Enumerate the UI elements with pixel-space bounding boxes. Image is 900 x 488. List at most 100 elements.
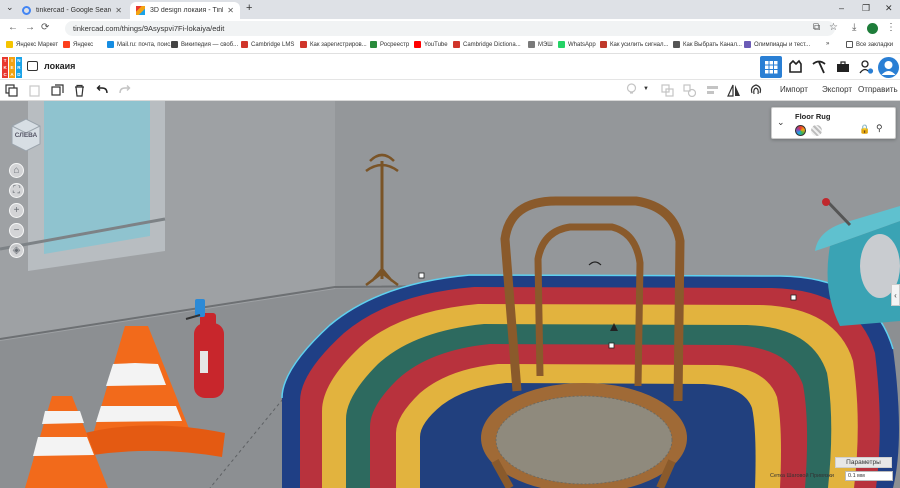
zoom-in-button[interactable]: +	[9, 203, 24, 218]
close-tab-icon[interactable]: ✕	[227, 6, 234, 15]
lock-icon[interactable]: 🔒	[859, 124, 870, 135]
view-cube[interactable]: СЛЕВА	[11, 118, 41, 152]
resize-handle[interactable]	[418, 272, 425, 279]
bookmark-favicon-icon	[63, 41, 70, 48]
cast-icon[interactable]: ⧉	[813, 22, 820, 33]
close-tab-icon[interactable]: ✕	[115, 6, 122, 15]
settings-button[interactable]: Параметры	[835, 457, 892, 468]
new-tab-button[interactable]: +	[246, 2, 252, 14]
shape-name: Floor Rug	[795, 112, 831, 121]
home-view-button[interactable]: ⌂	[9, 163, 24, 178]
resize-handle[interactable]	[790, 294, 797, 301]
tinkercad-logo[interactable]: TINKERCAD	[2, 57, 22, 78]
logo-letter: K	[2, 64, 9, 71]
blocks-button[interactable]	[784, 56, 806, 78]
tab-title: tinkercad - Google Search	[36, 7, 112, 14]
bookmark-favicon-icon	[744, 41, 751, 48]
snap-grid-value: 0.1 мм	[848, 473, 865, 479]
bookmark-item[interactable]: Википедия — своб...	[171, 41, 238, 48]
lessons-button[interactable]	[832, 56, 854, 78]
bookmark-item[interactable]: Яндекс	[63, 41, 93, 48]
maximize-button[interactable]: ❐	[862, 3, 870, 14]
all-bookmarks-button[interactable]: Все закладки	[846, 41, 893, 48]
bookmark-star-icon[interactable]: ☆	[829, 22, 838, 33]
copy-button[interactable]	[4, 83, 18, 97]
hole-swatch[interactable]	[811, 125, 822, 136]
url-field[interactable]: tinkercad.com/things/9Asyspvi7Fi-lokaiya…	[65, 21, 835, 36]
delete-button[interactable]	[72, 83, 86, 97]
profile-avatar[interactable]	[867, 23, 878, 34]
minimize-button[interactable]: –	[839, 3, 844, 13]
bookmark-label: Олимпиады и тест...	[754, 41, 811, 48]
invite-button[interactable]	[855, 56, 877, 78]
duplicate-button[interactable]	[50, 83, 64, 97]
all-bookmarks-label: Все закладки	[856, 41, 894, 48]
undo-button[interactable]	[95, 83, 109, 97]
snap-grid-select[interactable]: 0.1 мм	[845, 471, 893, 481]
bookmark-item[interactable]: Как усилить сигнал...	[600, 41, 669, 48]
forward-icon[interactable]: →	[25, 22, 35, 33]
ungroup-icon	[682, 83, 696, 97]
paste-button[interactable]	[27, 83, 41, 97]
bookmark-favicon-icon	[107, 41, 114, 48]
zoom-out-button[interactable]: −	[9, 223, 24, 238]
bookmark-item[interactable]: Яндекс Маркет	[6, 41, 58, 48]
import-button[interactable]: Импорт	[780, 85, 808, 94]
shape-inspector: ⌄ Floor Rug 🔒 ⚲	[771, 107, 896, 139]
bookmark-item[interactable]: Росреестр	[370, 41, 409, 48]
tab-tinkercad[interactable]: 3D design локаия - Tinkercad ✕	[130, 2, 240, 19]
logo-letter: E	[8, 64, 16, 71]
ortho-view-button[interactable]: ◈	[9, 243, 24, 258]
briefcase-icon	[837, 61, 849, 72]
project-title[interactable]: локаия	[44, 61, 75, 71]
bookmark-item[interactable]: Олимпиады и тест...	[744, 41, 810, 48]
bookmark-item[interactable]: Как Выбрать Канал...	[673, 41, 742, 48]
close-window-button[interactable]: ✕	[885, 3, 893, 14]
group-icon	[660, 83, 674, 97]
reload-icon[interactable]: ⟳	[41, 22, 49, 33]
more-bookmarks-icon[interactable]: »	[826, 41, 829, 47]
grid-view-button[interactable]	[760, 56, 782, 78]
back-icon[interactable]: ←	[8, 22, 18, 33]
multicolor-solid-swatch[interactable]	[795, 125, 806, 136]
logo-letter: N	[15, 57, 22, 64]
bookmark-item[interactable]: МЭШ	[528, 41, 553, 48]
resize-handle[interactable]	[608, 342, 615, 349]
group-button[interactable]	[660, 83, 674, 97]
scene-render[interactable]	[0, 101, 900, 488]
mirror-button[interactable]	[727, 83, 741, 97]
workplane-canvas[interactable]: СЛЕВА ⌂ ⛶ + − ◈ ⌄ Floor Rug 🔒 ⚲ ‹ Параме…	[0, 101, 900, 488]
bookmark-item[interactable]: Mail.ru: почта, поис...	[107, 41, 175, 48]
duplicate-icon	[50, 83, 64, 96]
tab-title: 3D design локаия - Tinkercad	[150, 7, 223, 14]
bookmark-item[interactable]: Cambridge LMS	[241, 41, 294, 48]
cruise-button[interactable]	[749, 83, 763, 97]
fit-view-button[interactable]: ⛶	[9, 183, 24, 198]
collapse-chevron-icon[interactable]: ⌄	[777, 117, 785, 128]
light-button[interactable]	[624, 83, 638, 97]
bookmark-favicon-icon	[6, 41, 13, 48]
bricks-button[interactable]	[808, 56, 830, 78]
minus-icon: −	[13, 225, 20, 236]
panel-toggle-icon[interactable]: ‹	[891, 284, 900, 306]
bookmark-item[interactable]: YouTube	[414, 41, 448, 48]
tab-google-search[interactable]: tinkercad - Google Search ✕	[16, 2, 128, 19]
download-icon[interactable]: ⤓	[852, 22, 856, 33]
light-dropdown-icon[interactable]: ▼	[643, 86, 649, 92]
bookmark-favicon-icon	[528, 41, 535, 48]
redo-button[interactable]	[117, 83, 131, 97]
design-list-icon[interactable]	[27, 61, 38, 71]
menu-kebab-icon[interactable]: ⋮	[886, 22, 896, 33]
account-button[interactable]	[877, 56, 899, 78]
bookmark-label: Википедия — своб...	[181, 41, 239, 48]
ungroup-button[interactable]	[682, 83, 696, 97]
bulb-icon[interactable]: ⚲	[876, 123, 883, 134]
bookmark-item[interactable]: Cambridge Dictiona...	[453, 41, 521, 48]
export-button[interactable]: Экспорт	[822, 85, 852, 94]
tab-list-icon[interactable]: ⌄	[6, 2, 14, 13]
send-to-button[interactable]: Отправить	[858, 85, 898, 94]
bookmark-item[interactable]: Как зарегистриров...	[300, 41, 367, 48]
bookmark-item[interactable]: WhatsApp	[558, 41, 596, 48]
bookmark-label: Mail.ru: почта, поис...	[117, 41, 176, 48]
align-button[interactable]	[705, 83, 719, 97]
